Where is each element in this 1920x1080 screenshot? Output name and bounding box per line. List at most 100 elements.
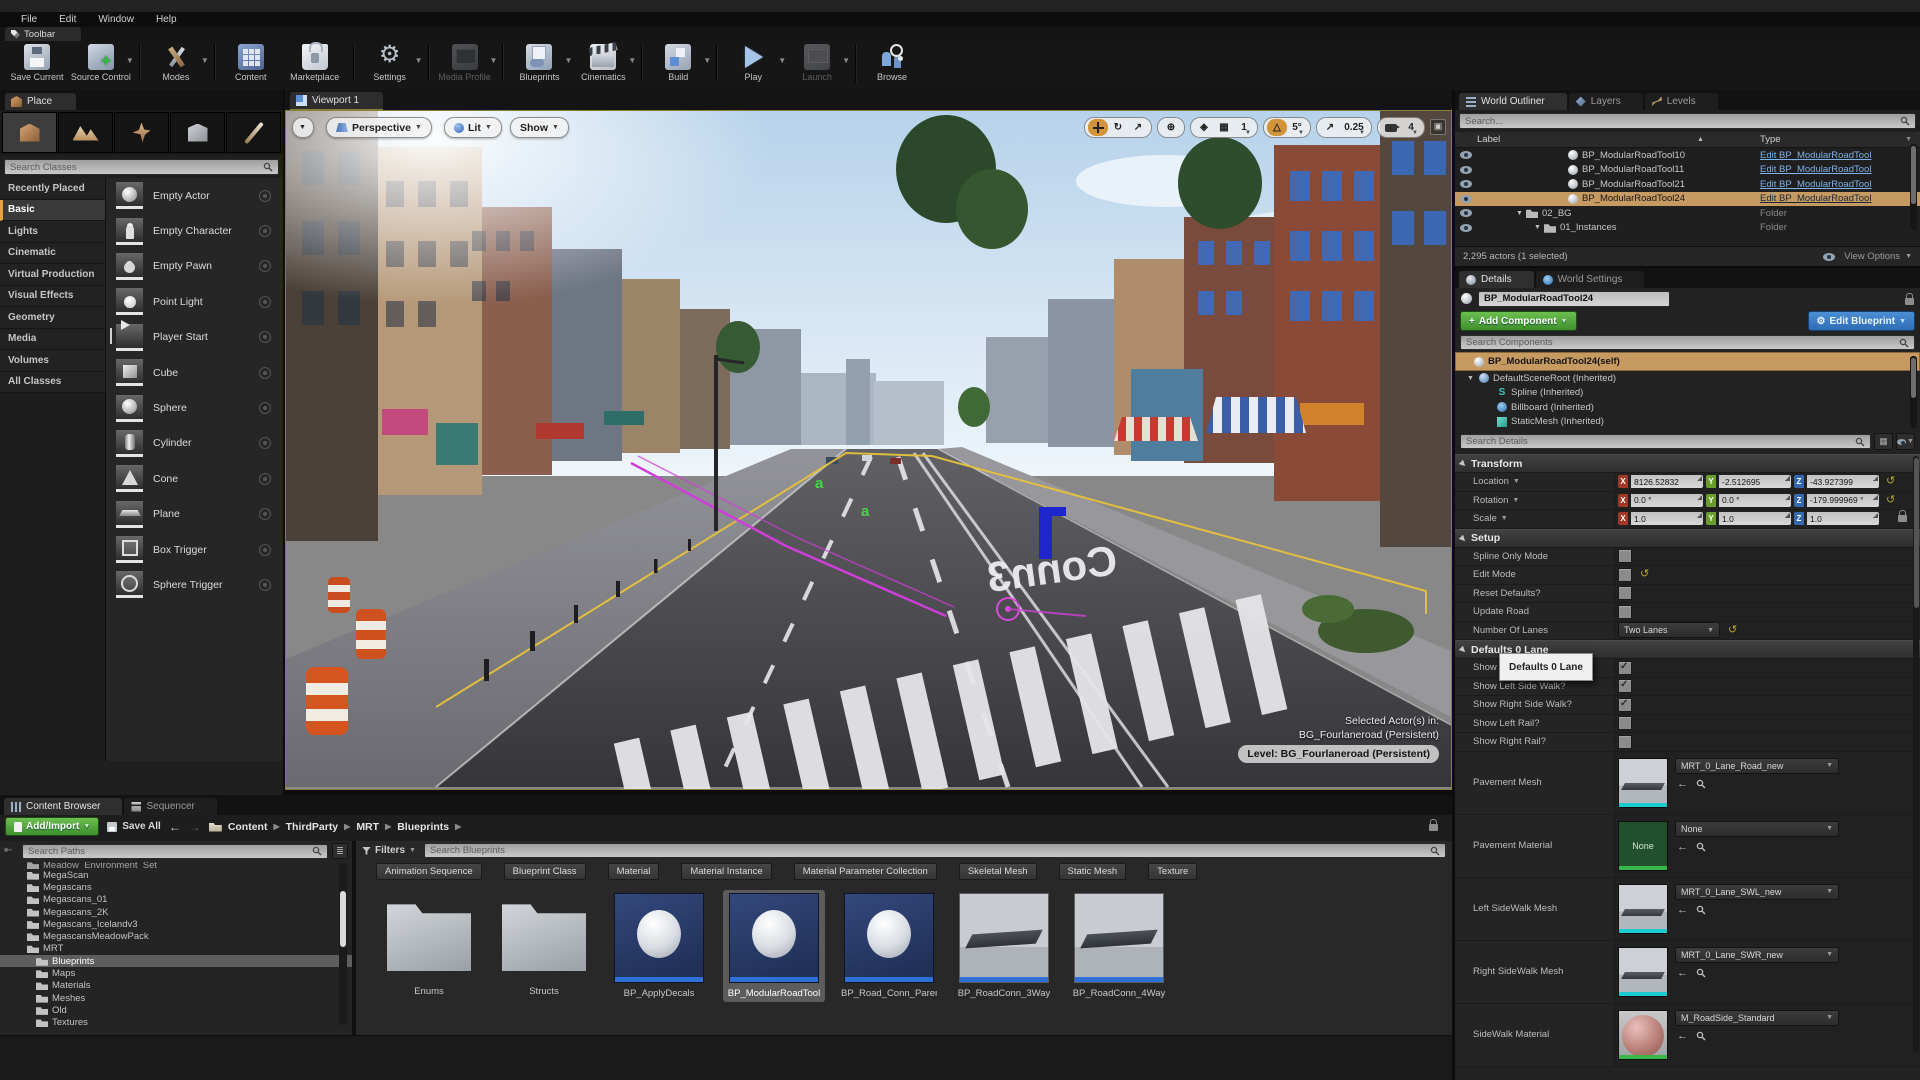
menu-item[interactable]: Window <box>87 14 145 25</box>
asset-tile[interactable]: BP_RoadConn_3Way <box>953 890 1055 1002</box>
drag-handle-icon[interactable] <box>259 367 271 379</box>
drag-handle-icon[interactable] <box>259 331 271 343</box>
asset-thumbnail[interactable] <box>1618 884 1668 934</box>
menu-item[interactable]: Help <box>145 14 188 25</box>
expand-arrow-icon[interactable]: ▼ <box>1534 224 1544 231</box>
folder-tree-item[interactable]: Megascans_2K <box>0 906 352 918</box>
checkbox[interactable] <box>1618 735 1632 749</box>
component-row[interactable]: ▼ BP_ModularRoadTool24(self) <box>1455 352 1920 371</box>
actor-type-link[interactable]: Folder <box>1760 208 1910 219</box>
asset-thumbnail[interactable]: None <box>1618 821 1668 871</box>
component-row[interactable]: ▼ S Spline (Inherited) <box>1455 386 1920 401</box>
folder-tree-item[interactable]: Megascans_01 <box>0 894 352 906</box>
lock-icon[interactable] <box>1429 824 1438 831</box>
actor-type-link[interactable]: Edit BP_ModularRoadTool <box>1760 150 1910 161</box>
drag-handle-icon[interactable] <box>259 225 271 237</box>
folder-tree-item[interactable]: Textures <box>0 1017 352 1029</box>
toolbar-button[interactable]: Source Control <box>70 44 132 82</box>
asset-type-chip[interactable]: Blueprint Class <box>504 863 586 880</box>
use-selected-asset-icon[interactable]: ← <box>1677 967 1688 979</box>
search-components-input[interactable]: Search Components <box>1460 335 1915 350</box>
transform-row-label[interactable]: Rotation <box>1473 495 1508 506</box>
add-import-button[interactable]: Add/Import ▼ <box>5 817 99 836</box>
rotate-tool-button[interactable]: ↻ <box>1108 119 1128 136</box>
view-options-button[interactable]: View Options ▼ <box>1818 251 1912 262</box>
folder-tree-item[interactable]: Materials <box>0 980 352 992</box>
panel-tab[interactable]: Content Browser <box>4 798 122 815</box>
use-selected-asset-icon[interactable]: ← <box>1677 904 1688 916</box>
z-value-field[interactable]: 1.0 <box>1807 512 1879 525</box>
asset-type-chip[interactable]: Material Instance <box>681 863 771 880</box>
component-row[interactable]: ▼ Billboard (Inherited) <box>1455 400 1920 415</box>
place-mode-tab[interactable] <box>2 112 57 153</box>
chevron-down-icon[interactable]: ▼ <box>703 56 711 65</box>
browse-to-asset-icon[interactable] <box>1696 779 1706 789</box>
camera-speed-button[interactable] <box>1381 119 1401 136</box>
drag-handle-icon[interactable] <box>259 508 271 520</box>
asset-tile[interactable]: BP_ModularRoadTool <box>723 890 825 1002</box>
place-category[interactable]: Lights <box>0 221 105 243</box>
asset-type-chip[interactable]: Material <box>608 863 660 880</box>
asset-dropdown[interactable]: MRT_0_Lane_Road_new▼ <box>1675 758 1839 774</box>
actor-label[interactable]: BP_ModularRoadTool24 <box>1582 193 1685 204</box>
drag-handle-icon[interactable] <box>259 437 271 449</box>
move-tool-button[interactable] <box>1088 119 1108 136</box>
sources-toggle-icon[interactable]: ⇤ <box>4 844 18 858</box>
outliner-row[interactable]: ▼ 01_Instances Folder <box>1455 221 1920 236</box>
checkbox[interactable] <box>1618 605 1632 619</box>
visibility-eye-icon[interactable] <box>1460 151 1472 159</box>
scale-snap-button[interactable]: ↗ <box>1320 119 1340 136</box>
edit-blueprint-button[interactable]: ⚙ Edit Blueprint ▼ <box>1808 311 1915 331</box>
place-item[interactable]: Box Trigger <box>106 532 283 567</box>
asset-dropdown[interactable]: MRT_0_Lane_SWR_new▼ <box>1675 947 1839 963</box>
z-value-field[interactable]: -43.927399 <box>1807 475 1879 488</box>
setup-section-header[interactable]: Setup <box>1455 529 1920 548</box>
breadcrumb-content[interactable]: Content <box>228 821 268 833</box>
actor-name-field[interactable]: BP_ModularRoadTool24 <box>1478 291 1670 307</box>
asset-tile[interactable]: BP_RoadConn_4Way <box>1068 890 1170 1002</box>
folder-tree-item[interactable]: Megascans <box>0 881 352 893</box>
visibility-eye-icon[interactable] <box>1460 224 1472 232</box>
x-value-field[interactable]: 0.0 ° <box>1631 494 1703 507</box>
asset-tile[interactable]: Enums <box>378 890 480 1000</box>
place-item[interactable]: Empty Actor <box>106 178 283 213</box>
perspective-button[interactable]: Perspective▼ <box>326 117 432 138</box>
column-filter-icon[interactable]: ▼ <box>1905 136 1912 143</box>
outliner-search-input[interactable]: Search... <box>1459 113 1916 129</box>
outliner-row[interactable]: ▼ BP_ModularRoadTool10 Edit BP_ModularRo… <box>1455 148 1920 163</box>
asset-dropdown[interactable]: M_RoadSide_Standard▼ <box>1675 1010 1839 1026</box>
back-button[interactable]: ← <box>169 820 181 834</box>
place-item[interactable]: Cube <box>106 355 283 390</box>
visibility-eye-icon[interactable] <box>1460 209 1472 217</box>
place-category[interactable]: Visual Effects <box>0 286 105 308</box>
place-category[interactable]: Recently Placed <box>0 178 105 200</box>
asset-thumbnail[interactable] <box>1618 1010 1668 1060</box>
save-all-button[interactable]: Save All <box>107 821 161 832</box>
asset-dropdown[interactable]: None▼ <box>1675 821 1839 837</box>
drag-handle-icon[interactable] <box>259 402 271 414</box>
list-view-icon[interactable]: ≣ <box>332 843 348 859</box>
outliner-row[interactable]: ▼ BP_ModularRoadTool21 Edit BP_ModularRo… <box>1455 177 1920 192</box>
actor-type-link[interactable]: Folder <box>1760 222 1910 233</box>
chevron-down-icon[interactable]: ▼ <box>628 56 636 65</box>
grid-snap-button[interactable]: ▦ <box>1214 119 1234 136</box>
chevron-down-icon[interactable]: ▼ <box>778 56 786 65</box>
scale-lock-icon[interactable] <box>1898 515 1907 522</box>
asset-tile[interactable]: BP_ApplyDecals <box>608 890 710 1002</box>
scrollbar[interactable] <box>339 863 347 1025</box>
browse-to-asset-icon[interactable] <box>1696 842 1706 852</box>
chevron-down-icon[interactable]: ▼ <box>201 56 209 65</box>
folder-tree-item[interactable]: Meshes <box>0 992 352 1004</box>
toolbar-button[interactable]: Content <box>220 44 282 82</box>
asset-tile[interactable]: BP_Road_Conn_Parent <box>838 890 940 1002</box>
toolbar-button[interactable]: Settings <box>359 44 421 82</box>
asset-type-chip[interactable]: Texture <box>1148 863 1197 880</box>
reset-to-default-icon[interactable]: ↺ <box>1886 495 1895 506</box>
y-value-field[interactable]: 1.0 <box>1719 512 1791 525</box>
visibility-eye-icon[interactable] <box>1460 166 1472 174</box>
folder-tree-item[interactable]: Maps <box>0 967 352 979</box>
transform-section-header[interactable]: Transform <box>1455 454 1920 473</box>
property-matrix-button[interactable]: ▦ <box>1874 433 1893 450</box>
column-type[interactable]: Type <box>1760 134 1781 145</box>
breadcrumb-blueprints[interactable]: Blueprints <box>397 821 449 833</box>
